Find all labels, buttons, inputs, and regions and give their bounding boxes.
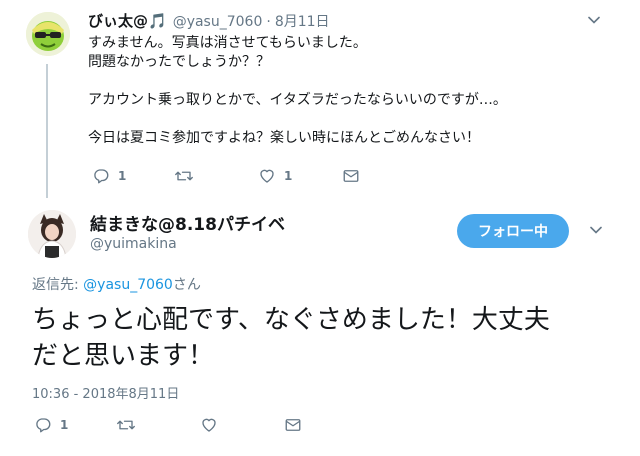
heart-icon — [260, 169, 274, 183]
mail-icon — [285, 419, 301, 431]
direct-message-button[interactable] — [342, 167, 360, 185]
retweet-icon — [175, 171, 193, 181]
tweet1-header: びぃ太@🎵 @yasu_7060 · 8月11日 — [88, 10, 330, 32]
following-button[interactable]: フォロー中 — [457, 214, 569, 248]
tweet1-line: 今日は夏コミ参加ですよね？楽しい時にほんとごめんなさい！ — [88, 130, 480, 146]
replying-to-suffix: さん — [172, 277, 201, 293]
tweet2-actions: 1 — [34, 415, 302, 435]
like-count: 1 — [284, 169, 293, 183]
tweet1-line: すみません。写真は消させてもらいました。 — [88, 35, 367, 51]
reply-count: 1 — [60, 418, 69, 432]
tweet1-separator: · — [266, 14, 271, 30]
avatar-yasu[interactable] — [26, 12, 70, 56]
tweet1-date[interactable]: 8月11日 — [275, 11, 330, 31]
tweet2-text-line: だと思います！ — [32, 341, 215, 371]
like-button[interactable]: 1 — [258, 167, 342, 185]
tweet1-line: アカウント乗っ取りとかで、イタズラだったならいいのですが…。 — [88, 92, 507, 108]
replying-to: 返信先: @yasu_7060さん — [32, 274, 201, 294]
green-character-avatar-icon — [26, 12, 70, 56]
reply-button[interactable]: 1 — [34, 416, 116, 434]
tweet2-handle[interactable]: @yuimakina — [90, 236, 177, 252]
tweet2-text: ちょっと心配です、なぐさめました！大丈夫 だと思います！ — [32, 302, 612, 374]
tweet1-actions: 1 1 — [92, 166, 360, 186]
replying-to-prefix: 返信先: — [32, 277, 84, 293]
tweet2-display-name[interactable]: 結まきな@8.18パチイベ — [90, 210, 285, 235]
heart-icon — [202, 418, 216, 432]
reply-button[interactable]: 1 — [92, 167, 174, 185]
tweet1-body: すみません。写真は消させてもらいました。 問題なかったでしょうか？？ アカウント… — [88, 34, 608, 148]
tweet1-blank-line — [88, 72, 608, 91]
tweet2-text-line: ちょっと心配です、なぐさめました！大丈夫 — [32, 305, 550, 335]
tweet2-timestamp[interactable]: 10:36 - 2018年8月11日 — [32, 383, 179, 402]
chevron-down-icon[interactable] — [588, 14, 600, 26]
reply-count: 1 — [118, 169, 127, 183]
mail-icon — [343, 170, 359, 182]
reply-icon — [94, 169, 109, 184]
retweet-button[interactable] — [116, 416, 200, 434]
reply-icon — [36, 418, 51, 433]
retweet-button[interactable] — [174, 167, 258, 185]
like-button[interactable] — [200, 416, 284, 434]
direct-message-button[interactable] — [284, 416, 302, 434]
chevron-down-icon[interactable] — [590, 224, 602, 236]
tweet1-handle[interactable]: @yasu_7060 — [173, 14, 263, 30]
user-photo-avatar-icon — [28, 210, 76, 258]
thread-connector-line — [46, 64, 48, 198]
retweet-icon — [117, 420, 135, 430]
tweet1-display-name[interactable]: びぃ太@🎵 — [88, 10, 167, 31]
avatar-yuimakina[interactable] — [28, 210, 76, 258]
replying-to-mention[interactable]: @yasu_7060 — [83, 277, 173, 293]
tweet1-line: 問題なかったでしょうか？？ — [88, 54, 270, 70]
tweet1-blank-line — [88, 110, 608, 129]
